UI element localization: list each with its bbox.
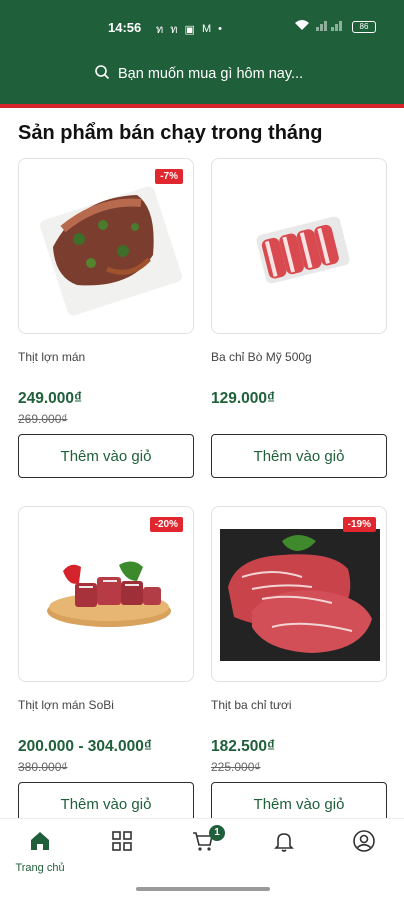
product-card[interactable]: -7% Thịt lợn mán 249.000₫ 269.000₫ Thêm … xyxy=(18,158,194,478)
discount-badge: -20% xyxy=(149,517,183,532)
pork-board-image xyxy=(47,561,171,627)
product-card[interactable]: Ba chỉ Bò Mỹ 500g 129.000₫ Thêm vào giỏ xyxy=(211,158,387,478)
search-input[interactable]: Bạn muốn mua gì hôm nay... xyxy=(118,66,303,82)
product-old-price xyxy=(211,412,387,428)
beef-slices-image xyxy=(256,216,350,284)
product-name[interactable]: Thịt lợn mán SoBi xyxy=(18,698,194,736)
status-bar: 14:56 ท ท ▣ M • 86 xyxy=(0,18,404,38)
signal-icon xyxy=(316,19,346,34)
product-price: 182.500₫ xyxy=(211,738,275,755)
pork-dish-image xyxy=(40,186,182,316)
nav-home[interactable]: Trang chủ xyxy=(10,829,70,874)
header-divider xyxy=(0,104,404,108)
notification-icon: ท xyxy=(170,24,178,36)
notification-icon: • xyxy=(218,23,222,35)
product-card[interactable]: -19% Thịt ba chỉ tươi 182.500₫ 225.000₫ … xyxy=(211,506,387,826)
system-icons: 86 xyxy=(294,19,376,34)
add-to-cart-button[interactable]: Thêm vào giỏ xyxy=(18,434,194,478)
notification-icons: ท ท ▣ M • xyxy=(156,20,222,38)
user-icon xyxy=(352,829,376,858)
section-title: Sản phẩm bán chạy trong tháng xyxy=(18,122,323,144)
product-card[interactable]: -20% Thịt lợn mán SoBi 200.000 - 304.000… xyxy=(18,506,194,826)
product-name[interactable]: Ba chỉ Bò Mỹ 500g xyxy=(211,350,387,388)
product-price: 249.000₫ xyxy=(18,390,82,407)
product-image[interactable]: -20% xyxy=(18,506,194,682)
steak-image xyxy=(220,529,380,661)
product-image[interactable] xyxy=(211,158,387,334)
wifi-icon xyxy=(294,19,310,34)
top-header: 14:56 ท ท ▣ M • 86 Bạn muốn mua gì hôm n… xyxy=(0,0,404,104)
product-old-price: 269.000₫ xyxy=(18,412,68,426)
nav-account[interactable] xyxy=(334,829,394,858)
notification-icon: M xyxy=(201,23,212,35)
notification-icon: ▣ xyxy=(184,23,195,36)
product-price: 129.000₫ xyxy=(211,390,275,407)
product-image[interactable]: -7% xyxy=(18,158,194,334)
battery-icon: 86 xyxy=(352,20,376,33)
cart-count-badge: 1 xyxy=(209,825,225,841)
product-image[interactable]: -19% xyxy=(211,506,387,682)
nav-cart[interactable]: 1 xyxy=(173,825,233,858)
nav-notifications[interactable] xyxy=(254,829,314,858)
home-icon xyxy=(28,829,52,858)
discount-badge: -19% xyxy=(342,517,376,532)
nav-home-label: Trang chủ xyxy=(15,862,65,874)
nav-categories[interactable] xyxy=(92,829,152,858)
product-name[interactable]: Thịt lợn mán xyxy=(18,350,194,388)
product-old-price: 225.000₫ xyxy=(211,760,261,774)
search-bar[interactable]: Bạn muốn mua gì hôm nay... xyxy=(94,64,303,84)
product-name[interactable]: Thịt ba chỉ tươi xyxy=(211,698,387,736)
bell-icon xyxy=(272,829,296,858)
product-price: 200.000 - 304.000₫ xyxy=(18,738,152,755)
status-time: 14:56 xyxy=(108,20,142,35)
notification-icon: ท xyxy=(156,24,164,36)
grid-icon xyxy=(110,829,134,858)
discount-badge: -7% xyxy=(155,169,183,184)
search-icon xyxy=(94,64,110,84)
add-to-cart-button[interactable]: Thêm vào giỏ xyxy=(211,434,387,478)
home-indicator xyxy=(136,887,270,891)
product-old-price: 380.000₫ xyxy=(18,760,68,774)
